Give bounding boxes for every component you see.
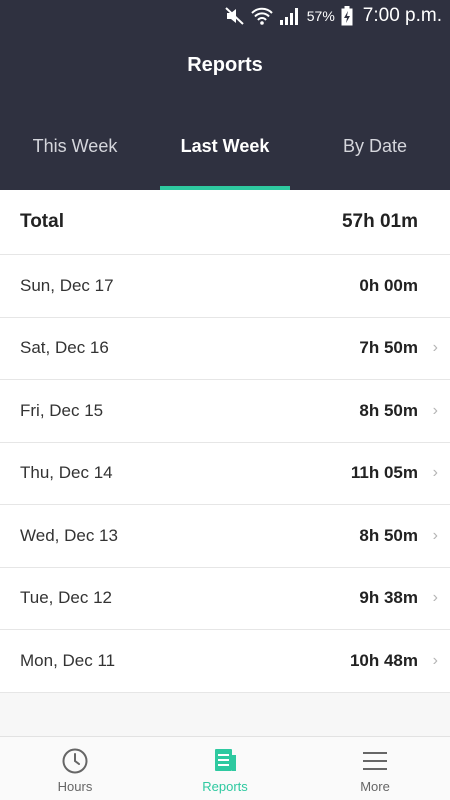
day-label: Thu, Dec 14 <box>20 463 113 483</box>
day-row-sun-dec-17: Sun, Dec 17 0h 00m <box>0 255 450 318</box>
battery-percent: 57% <box>306 8 335 24</box>
tab-by-date[interactable]: By Date <box>300 120 450 190</box>
chevron-right-icon: › <box>432 339 438 357</box>
day-hours: 8h 50m <box>359 400 418 420</box>
day-label: Fri, Dec 15 <box>20 400 104 420</box>
day-row-mon-dec-11[interactable]: Mon, Dec 11 10h 48m › <box>0 630 450 693</box>
total-row: Total 57h 01m <box>0 190 450 255</box>
chevron-right-icon: › <box>432 464 438 482</box>
day-label: Wed, Dec 13 <box>20 525 118 545</box>
day-row-thu-dec-14[interactable]: Thu, Dec 14 11h 05m › <box>0 443 450 505</box>
tab-this-week[interactable]: This Week <box>0 120 150 190</box>
status-time: 7:00 p.m. <box>362 5 442 26</box>
tab-last-week[interactable]: Last Week <box>150 120 300 190</box>
chevron-right-icon: › <box>432 589 438 607</box>
chevron-right-icon: › <box>432 401 438 419</box>
total-label: Total <box>20 211 64 232</box>
day-row-sat-dec-16[interactable]: Sat, Dec 16 7h 50m › <box>0 318 450 380</box>
day-hours: 0h 00m <box>359 275 418 295</box>
day-label: Sun, Dec 17 <box>20 275 114 295</box>
report-tabs: This Week Last Week By Date <box>0 120 450 190</box>
nav-hours-label: Hours <box>57 779 93 794</box>
nav-more-label: More <box>360 779 390 794</box>
chevron-right-icon: › <box>432 526 438 544</box>
nav-more[interactable]: More <box>300 737 450 800</box>
day-hours: 11h 05m <box>350 463 418 483</box>
day-row-tue-dec-12[interactable]: Tue, Dec 12 9h 38m › <box>0 568 450 630</box>
day-hours: 8h 50m <box>359 525 418 545</box>
report-list: Total 57h 01m Sun, Dec 17 0h 00m Sat, De… <box>0 190 450 693</box>
reports-icon <box>215 749 236 771</box>
day-label: Sat, Dec 16 <box>20 338 109 358</box>
status-bar: 57% 7:00 p.m. <box>225 0 450 32</box>
battery-charging-icon <box>341 6 353 26</box>
day-hours: 9h 38m <box>359 588 418 608</box>
app-header: 57% 7:00 p.m. Reports This Week Last Wee… <box>0 0 450 190</box>
chevron-right-icon: › <box>432 651 438 669</box>
nav-hours[interactable]: Hours <box>0 737 150 800</box>
day-row-fri-dec-15[interactable]: Fri, Dec 15 8h 50m › <box>0 380 450 443</box>
nav-reports[interactable]: Reports <box>150 737 300 800</box>
nav-reports-label: Reports <box>202 779 248 794</box>
signal-icon <box>279 8 298 25</box>
day-hours: 10h 48m <box>349 650 418 670</box>
day-label: Tue, Dec 12 <box>20 588 112 608</box>
clock-icon <box>62 748 88 774</box>
bottom-navigation: Hours Reports More <box>0 736 450 800</box>
day-hours: 7h 50m <box>359 338 418 358</box>
day-label: Mon, Dec 11 <box>20 650 116 670</box>
mute-icon <box>225 7 244 25</box>
menu-icon <box>363 752 387 770</box>
day-row-wed-dec-13[interactable]: Wed, Dec 13 8h 50m › <box>0 505 450 568</box>
page-title: Reports <box>187 54 263 76</box>
total-value: 57h 01m <box>341 211 418 232</box>
wifi-icon <box>251 7 273 25</box>
